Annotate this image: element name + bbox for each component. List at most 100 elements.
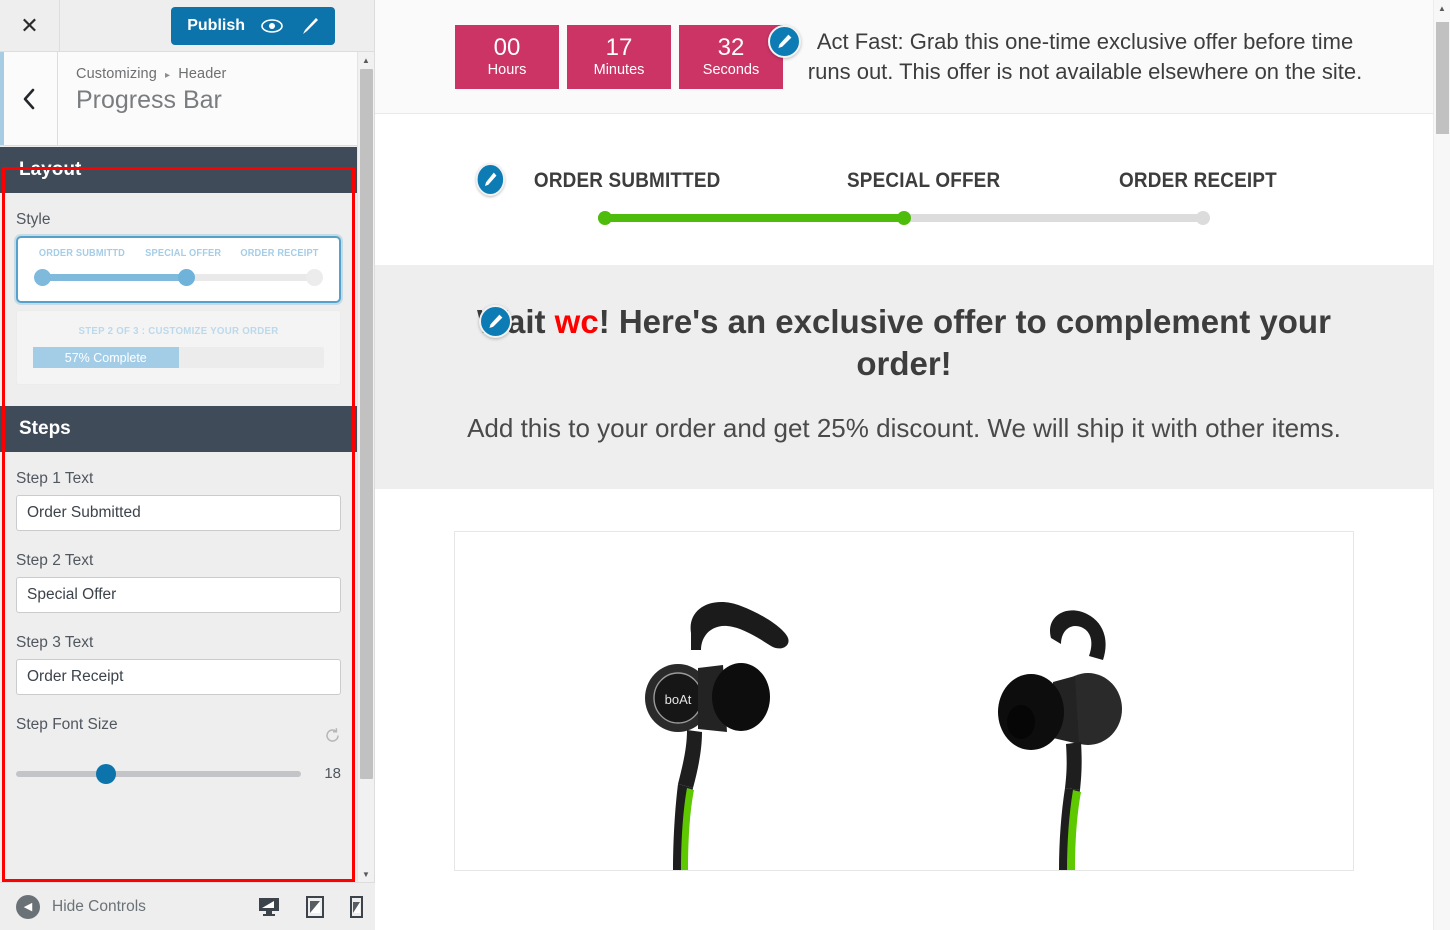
style-option-percent[interactable]: STEP 2 OF 3 : CUSTOMIZE YOUR ORDER 57% C…: [16, 310, 341, 385]
style-option-percent-caption: STEP 2 OF 3 : CUSTOMIZE YOUR ORDER: [78, 325, 279, 337]
section-title-steps: Steps: [19, 418, 71, 439]
hide-controls-label: Hide Controls: [52, 897, 146, 915]
style-step-label-1: ORDER SUBMITTD: [38, 247, 126, 259]
step-2-input[interactable]: [16, 577, 341, 613]
countdown-hours-value: 00: [493, 33, 521, 61]
offer-subtext: Add this to your order and get 25% disco…: [467, 413, 1341, 444]
progress-step-3-label: ORDER RECEIPT: [1118, 168, 1277, 192]
brush-icon[interactable]: [299, 17, 319, 35]
countdown-minutes: 17 Minutes: [567, 24, 671, 89]
countdown-seconds-value: 32: [717, 33, 745, 61]
countdown-message-wrap: Act Fast: Grab this one-time exclusive o…: [768, 25, 1365, 85]
hide-controls-button[interactable]: ◀ Hide Controls: [0, 894, 146, 919]
publish-button[interactable]: Publish: [187, 17, 245, 35]
progress-bar-fill: [598, 214, 904, 222]
step-font-size-slider[interactable]: [16, 763, 301, 784]
offer-headline-section: Wait wc! Here's an exclusive offer to co…: [375, 265, 1433, 490]
style-field-label: Style: [16, 211, 51, 228]
section-body-steps: Step 1 Text Step 2 Text Step 3 Text Step…: [0, 452, 357, 796]
site-preview-content: 00 Hours 17 Minutes 32 Seconds Act Fast:…: [375, 0, 1433, 930]
product-section: boAt: [375, 489, 1433, 872]
back-button[interactable]: [0, 52, 58, 145]
progress-section: ORDER SUBMITTED SPECIAL OFFER ORDER RECE…: [375, 114, 1433, 265]
product-image: boAt: [455, 532, 1353, 871]
style-option-steps[interactable]: ORDER SUBMITTD SPECIAL OFFER ORDER RECEI…: [16, 236, 341, 303]
desktop-icon[interactable]: [258, 897, 280, 917]
countdown-minutes-label: Minutes: [593, 61, 645, 78]
style-dot-1: [34, 269, 51, 286]
step-3-input[interactable]: [16, 659, 341, 695]
step-2-label: Step 2 Text: [16, 552, 94, 569]
countdown-hours-label: Hours: [487, 61, 527, 78]
device-preview-group: [258, 895, 363, 918]
close-customizer-button[interactable]: ✕: [0, 0, 60, 51]
section-header-layout[interactable]: Layout: [0, 147, 357, 193]
style-dot-2: [177, 269, 195, 286]
step-font-size-thumb[interactable]: [95, 763, 116, 784]
eye-icon[interactable]: [261, 19, 283, 33]
countdown-seconds-label: Seconds: [702, 61, 760, 78]
page-title: Progress Bar: [76, 86, 222, 114]
countdown-seconds: 32 Seconds: [679, 24, 783, 89]
breadcrumb-separator-icon: ▸: [165, 70, 171, 81]
progress-step-labels: ORDER SUBMITTED SPECIAL OFFER ORDER RECE…: [475, 163, 1304, 196]
countdown-hours: 00 Hours: [455, 24, 559, 89]
customizer-panel: ✕ Publish Customizing ▸ Header Progress …: [0, 0, 375, 930]
mobile-icon[interactable]: [350, 895, 363, 918]
customizer-scrollbar[interactable]: ▲ ▼: [357, 52, 374, 882]
progress-dot-1: [598, 211, 612, 225]
countdown-minutes-value: 17: [605, 33, 633, 61]
publish-button-group[interactable]: Publish: [171, 7, 335, 45]
svg-text:boAt: boAt: [665, 692, 692, 707]
reset-icon[interactable]: [324, 727, 341, 749]
edit-pencil-icon-headline[interactable]: [479, 305, 512, 338]
customizer-section-header: Customizing ▸ Header Progress Bar: [0, 52, 374, 146]
customizer-controls-scroll[interactable]: Layout Style ORDER SUBMITTD SPECIAL OFFE…: [0, 147, 357, 882]
section-header-steps[interactable]: Steps: [0, 406, 357, 452]
chevron-left-circle-icon[interactable]: ◀: [16, 894, 40, 919]
style-dot-3: [306, 269, 323, 286]
section-body-layout: Style ORDER SUBMITTD SPECIAL OFFER ORDER…: [0, 193, 357, 406]
progress-dot-3: [1196, 211, 1210, 225]
customizer-footer: ◀ Hide Controls: [0, 882, 375, 930]
style-option-percent-fill: 57% Complete: [33, 347, 179, 368]
customizer-app: ✕ Publish Customizing ▸ Header Progress …: [0, 0, 1450, 930]
close-icon: ✕: [20, 12, 39, 38]
countdown-boxes: 00 Hours 17 Minutes 32 Seconds: [455, 24, 783, 89]
step-font-size-label: Step Font Size: [16, 716, 118, 733]
breadcrumb: Customizing ▸ Header: [76, 66, 226, 82]
offer-headline-highlight: wc: [554, 303, 599, 340]
chevron-left-icon: [23, 88, 34, 109]
preview-scrollbar[interactable]: ▲: [1433, 0, 1450, 930]
site-preview: 00 Hours 17 Minutes 32 Seconds Act Fast:…: [375, 0, 1450, 930]
progress-bar: [598, 211, 1210, 225]
customizer-topbar: ✕ Publish: [0, 0, 374, 52]
preview-scrollbar-thumb[interactable]: [1436, 22, 1449, 134]
step-font-size-row: Step Font Size: [16, 716, 341, 749]
step-1-label: Step 1 Text: [16, 470, 94, 487]
tablet-icon[interactable]: [306, 895, 324, 918]
section-title-layout: Layout: [19, 159, 82, 180]
breadcrumb-root: Customizing: [76, 66, 157, 82]
style-track-fill: [37, 274, 187, 281]
style-option-steps-track: [34, 268, 323, 286]
scroll-up-icon[interactable]: ▲: [358, 52, 374, 68]
edit-pencil-icon-countdown[interactable]: [768, 25, 801, 59]
style-step-label-3: ORDER RECEIPT: [240, 247, 319, 259]
step-font-size-slider-row[interactable]: 18: [16, 763, 341, 784]
edit-pencil-icon-progress[interactable]: [475, 163, 505, 196]
countdown-message: Act Fast: Grab this one-time exclusive o…: [807, 29, 1363, 84]
scroll-down-icon[interactable]: ▼: [358, 866, 374, 882]
preview-scroll-up-icon[interactable]: ▲: [1434, 0, 1450, 17]
progress-dot-2: [897, 211, 911, 225]
progress-step-1-label: ORDER SUBMITTED: [533, 168, 721, 192]
progress-step-2-label: SPECIAL OFFER: [847, 168, 1001, 192]
customizer-scrollbar-thumb[interactable]: [360, 69, 373, 779]
step-1-input[interactable]: [16, 495, 341, 531]
product-image-card[interactable]: boAt: [454, 531, 1354, 872]
offer-headline-after: ! Here's an exclusive offer to complemen…: [598, 303, 1331, 383]
breadcrumb-parent: Header: [178, 66, 227, 82]
style-option-percent-track: 57% Complete: [33, 347, 324, 368]
progress-step-1-wrap: ORDER SUBMITTED: [475, 163, 721, 196]
style-option-steps-labels: ORDER SUBMITTD SPECIAL OFFER ORDER RECEI…: [29, 247, 328, 259]
